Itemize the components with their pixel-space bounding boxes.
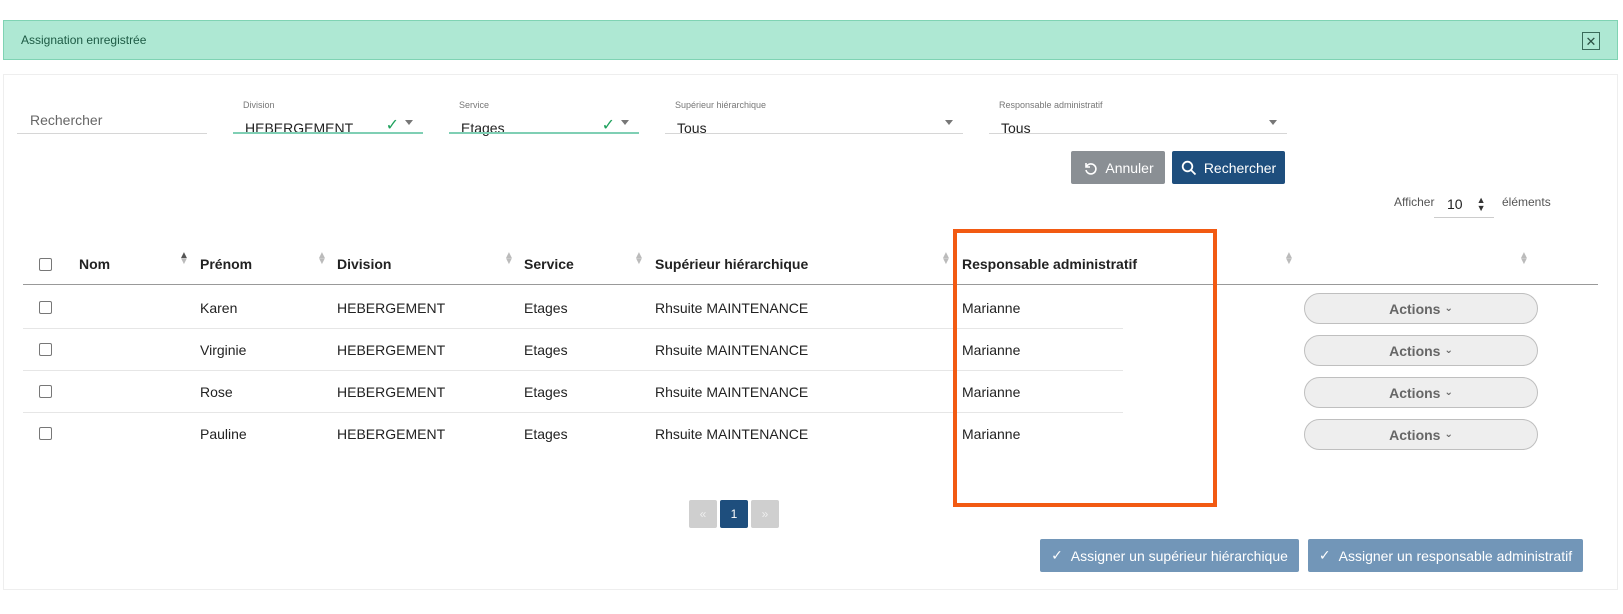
sort-icon[interactable]: ▲ ▼ bbox=[504, 251, 514, 267]
search-input[interactable]: Rechercher bbox=[17, 80, 207, 134]
chevron-down-icon: ⌄ bbox=[1444, 345, 1453, 356]
assign-responsable-label: Assigner un responsable administratif bbox=[1338, 547, 1573, 564]
sort-icon[interactable]: ▲ ▼ bbox=[634, 251, 644, 267]
superieur-select[interactable]: Supérieur hiérarchique Tous bbox=[665, 80, 963, 136]
table-row: Pauline HEBERGEMENT Etages Rhsuite MAINT… bbox=[23, 413, 1598, 455]
chevron-down-icon: ⌄ bbox=[1444, 303, 1453, 314]
page-size-value: 10 bbox=[1447, 195, 1463, 212]
cell-responsable: Marianne bbox=[962, 300, 1021, 316]
assign-superieur-label: Assigner un supérieur hiérarchique bbox=[1070, 547, 1288, 564]
check-icon: ✓ bbox=[1318, 547, 1331, 563]
service-label: Service bbox=[459, 100, 490, 110]
table-row: Virginie HEBERGEMENT Etages Rhsuite MAIN… bbox=[23, 329, 1598, 371]
next-page-button[interactable]: » bbox=[751, 500, 779, 528]
chevron-down-icon[interactable] bbox=[405, 120, 413, 125]
actions-label: Actions bbox=[1389, 300, 1441, 317]
division-label: Division bbox=[243, 100, 275, 110]
header-prenom[interactable]: Prénom bbox=[200, 256, 252, 272]
actions-label: Actions bbox=[1389, 384, 1441, 401]
undo-icon bbox=[1085, 162, 1098, 175]
select-all-checkbox[interactable] bbox=[39, 258, 52, 271]
header-responsable[interactable]: Responsable administratif bbox=[962, 256, 1137, 272]
table-row: Rose HEBERGEMENT Etages Rhsuite MAINTENA… bbox=[23, 371, 1598, 413]
afficher-label: Afficher bbox=[1394, 195, 1435, 209]
cell-prenom: Karen bbox=[200, 300, 238, 316]
responsable-label: Responsable administratif bbox=[999, 100, 1103, 110]
cell-division: HEBERGEMENT bbox=[337, 342, 446, 358]
cell-division: HEBERGEMENT bbox=[337, 300, 446, 316]
cell-responsable: Marianne bbox=[962, 342, 1021, 358]
row-checkbox[interactable] bbox=[39, 385, 52, 398]
prev-page-button[interactable]: « bbox=[689, 500, 717, 528]
cell-service: Etages bbox=[524, 300, 568, 316]
sort-icon[interactable]: ▲ ▼ bbox=[941, 251, 951, 267]
check-icon: ✓ bbox=[1051, 547, 1063, 563]
cell-division: HEBERGEMENT bbox=[337, 426, 446, 442]
page-size-select[interactable]: 10 ▲ ▼ bbox=[1434, 190, 1494, 218]
success-alert: Assignation enregistrée ✕ bbox=[3, 20, 1618, 60]
elements-label: éléments bbox=[1502, 195, 1551, 209]
cell-responsable: Marianne bbox=[962, 426, 1021, 442]
assign-superieur-button[interactable]: ✓ Assigner un supérieur hiérarchique bbox=[1040, 539, 1299, 572]
cell-service: Etages bbox=[524, 342, 568, 358]
sort-icon[interactable]: ▲ ▼ bbox=[317, 251, 327, 267]
chevron-down-icon: ⌄ bbox=[1444, 387, 1453, 398]
header-service[interactable]: Service bbox=[524, 256, 574, 272]
cancel-label: Annuler bbox=[1105, 159, 1154, 176]
chevron-down-icon[interactable] bbox=[1269, 120, 1277, 125]
actions-button[interactable]: Actions ⌄ bbox=[1304, 377, 1538, 408]
chevron-down-icon[interactable] bbox=[621, 120, 629, 125]
header-division[interactable]: Division bbox=[337, 256, 391, 272]
cell-prenom: Rose bbox=[200, 384, 233, 400]
cell-prenom: Pauline bbox=[200, 426, 247, 442]
search-placeholder: Rechercher bbox=[30, 112, 103, 128]
cell-prenom: Virginie bbox=[200, 342, 247, 358]
sort-icon: ▲ ▼ bbox=[1476, 194, 1486, 213]
actions-label: Actions bbox=[1389, 426, 1441, 443]
cell-service: Etages bbox=[524, 384, 568, 400]
division-select[interactable]: Division HEBERGEMENT ✓ bbox=[233, 80, 423, 136]
sort-icon[interactable]: ▲ ▼ bbox=[179, 251, 189, 267]
table-row: Karen HEBERGEMENT Etages Rhsuite MAINTEN… bbox=[23, 287, 1598, 329]
search-label: Rechercher bbox=[1203, 159, 1277, 176]
row-checkbox[interactable] bbox=[39, 343, 52, 356]
search-icon bbox=[1181, 160, 1196, 175]
cell-superieur: Rhsuite MAINTENANCE bbox=[655, 426, 809, 442]
close-icon[interactable]: ✕ bbox=[1582, 32, 1600, 50]
cancel-button[interactable]: Annuler bbox=[1071, 151, 1165, 184]
cell-division: HEBERGEMENT bbox=[337, 384, 446, 400]
assign-responsable-button[interactable]: ✓ Assigner un responsable administratif bbox=[1308, 539, 1583, 572]
cell-superieur: Rhsuite MAINTENANCE bbox=[655, 342, 809, 358]
actions-button[interactable]: Actions ⌄ bbox=[1304, 419, 1538, 450]
cell-superieur: Rhsuite MAINTENANCE bbox=[655, 384, 809, 400]
superieur-label: Supérieur hiérarchique bbox=[675, 100, 767, 110]
search-button[interactable]: Rechercher bbox=[1172, 151, 1285, 184]
header-nom[interactable]: Nom bbox=[79, 256, 110, 272]
header-superieur[interactable]: Supérieur hiérarchique bbox=[655, 256, 808, 272]
row-checkbox[interactable] bbox=[39, 427, 52, 440]
cell-superieur: Rhsuite MAINTENANCE bbox=[655, 300, 809, 316]
responsable-select[interactable]: Responsable administratif Tous bbox=[989, 80, 1287, 136]
sort-icon[interactable]: ▲ ▼ bbox=[1284, 251, 1294, 267]
chevron-down-icon[interactable] bbox=[945, 120, 953, 125]
chevron-down-icon: ⌄ bbox=[1444, 429, 1453, 440]
alert-message: Assignation enregistrée bbox=[21, 33, 147, 47]
page-1-button[interactable]: 1 bbox=[720, 500, 748, 528]
row-checkbox[interactable] bbox=[39, 301, 52, 314]
cell-service: Etages bbox=[524, 426, 568, 442]
sort-icon[interactable]: ▲ ▼ bbox=[1519, 251, 1529, 267]
cell-responsable: Marianne bbox=[962, 384, 1021, 400]
actions-label: Actions bbox=[1389, 342, 1441, 359]
actions-button[interactable]: Actions ⌄ bbox=[1304, 335, 1538, 366]
service-select[interactable]: Service Etages ✓ bbox=[449, 80, 639, 136]
actions-button[interactable]: Actions ⌄ bbox=[1304, 293, 1538, 324]
